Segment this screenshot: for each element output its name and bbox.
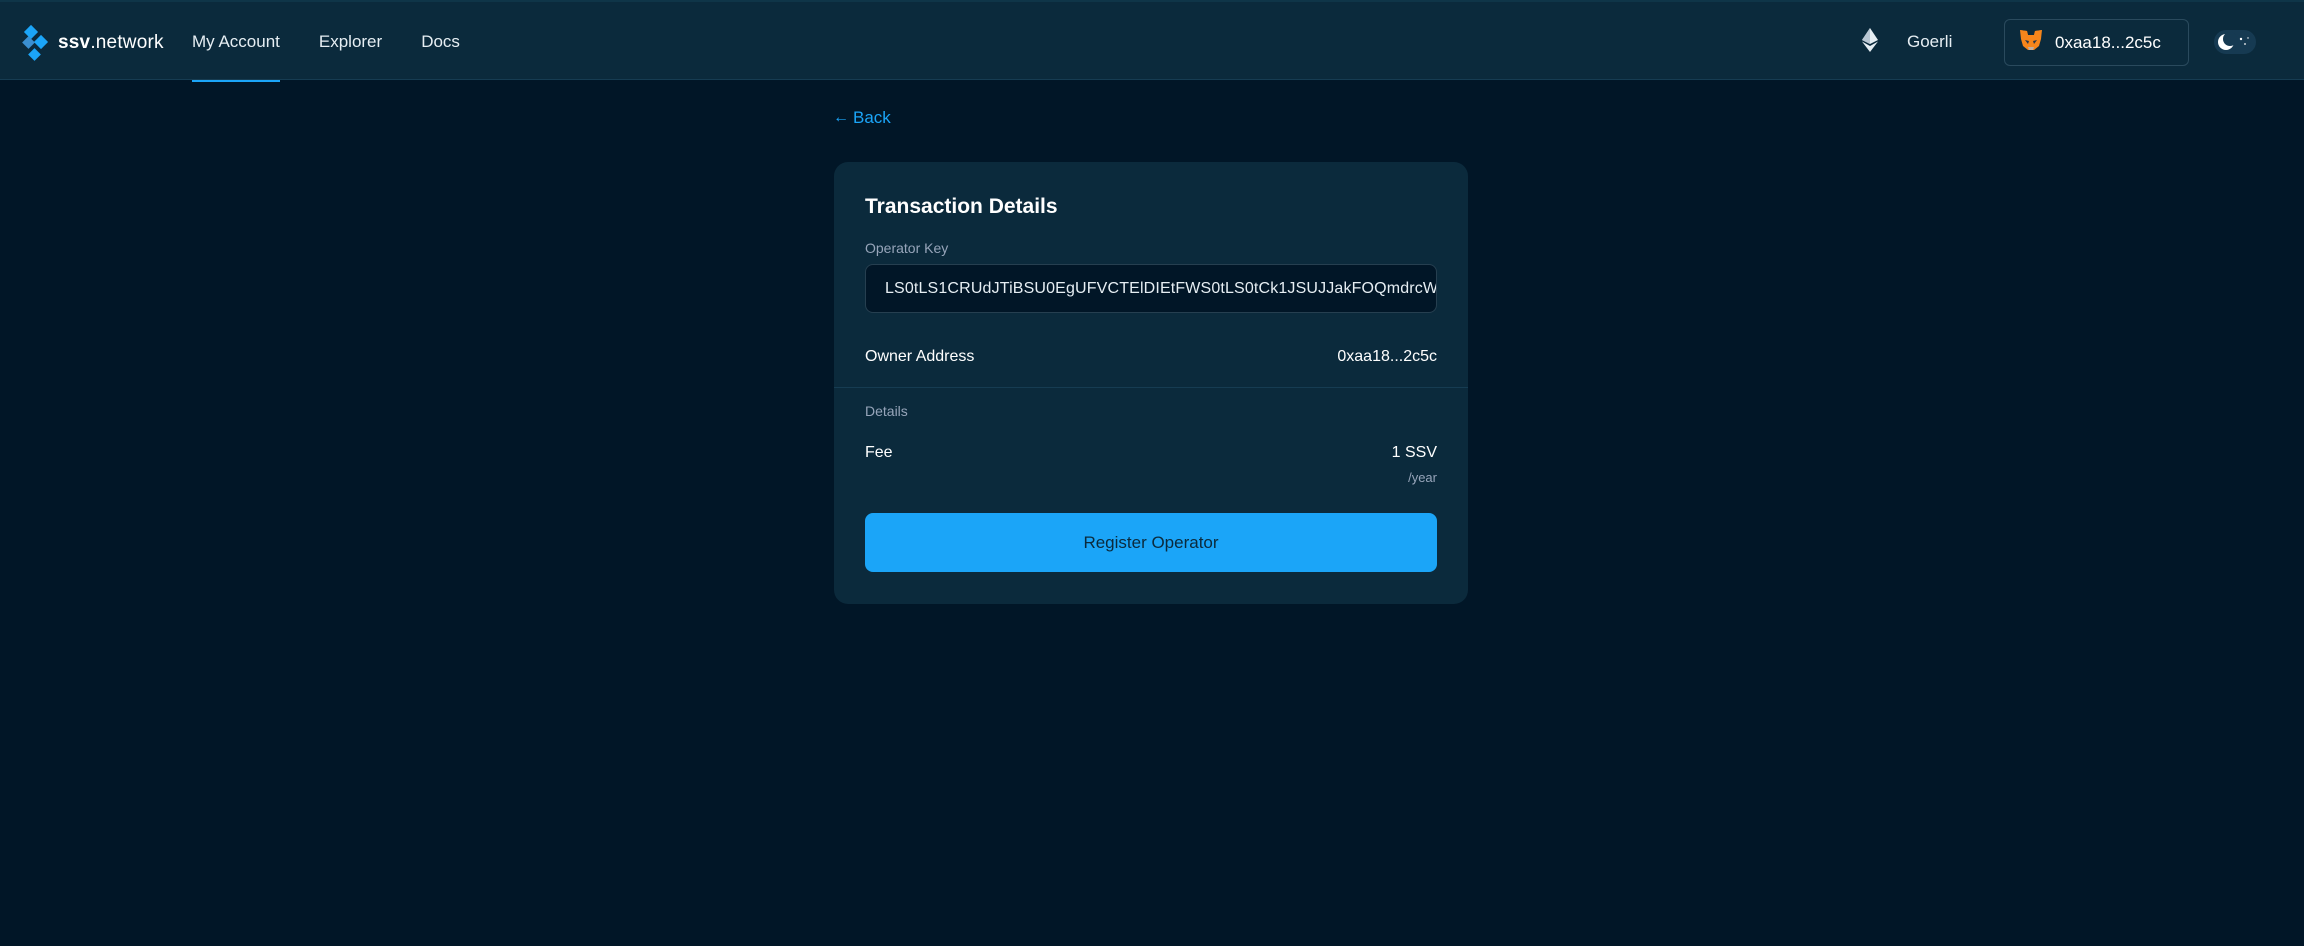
details-section-label: Details [865, 403, 908, 419]
nav-my-account[interactable]: My Account [192, 2, 280, 82]
fee-row: Fee 1 SSV [865, 444, 1437, 462]
ssv-diamond-logo-icon [22, 23, 50, 63]
network-label: Goerli [1907, 32, 1953, 51]
theme-toggle[interactable] [2214, 30, 2256, 54]
nav-docs[interactable]: Docs [421, 2, 460, 82]
nav-explorer[interactable]: Explorer [319, 2, 382, 82]
operator-key-field[interactable]: LS0tLS1CRUdJTiBSU0EgUFVCTElDIEtFWS0tLS0t… [865, 264, 1437, 313]
owner-address-value: 0xaa18...2c5c [1337, 348, 1437, 365]
moon-icon [2214, 32, 2256, 58]
fee-value: 1 SSV [1391, 444, 1437, 461]
back-label: Back [853, 108, 891, 127]
card-title: Transaction Details [865, 195, 1058, 218]
main-nav: My Account Explorer Docs [192, 2, 499, 82]
operator-key-label: Operator Key [865, 240, 949, 256]
wallet-button[interactable]: 0xaa18...2c5c [2004, 19, 2189, 66]
ethereum-icon [1862, 27, 1878, 57]
section-divider [834, 387, 1468, 388]
logo-text: ssv.network [58, 32, 164, 53]
wallet-address: 0xaa18...2c5c [2055, 32, 2161, 52]
owner-address-row: Owner Address 0xaa18...2c5c [865, 348, 1437, 366]
owner-address-label: Owner Address [865, 348, 975, 365]
back-link[interactable]: ← Back [833, 108, 891, 128]
ssv-network-logo[interactable]: ssv.network [22, 22, 164, 64]
metamask-fox-icon [2019, 29, 2043, 56]
fee-period: /year [1408, 470, 1437, 485]
fee-label: Fee [865, 444, 893, 461]
transaction-details-card: Transaction Details Operator Key LS0tLS1… [834, 162, 1468, 604]
arrow-left-icon: ← [833, 109, 849, 126]
network-selector[interactable]: Goerli [1862, 24, 1952, 60]
top-navigation-bar: ssv.network My Account Explorer Docs Goe… [0, 0, 2304, 82]
register-operator-button[interactable]: Register Operator [865, 513, 1437, 572]
